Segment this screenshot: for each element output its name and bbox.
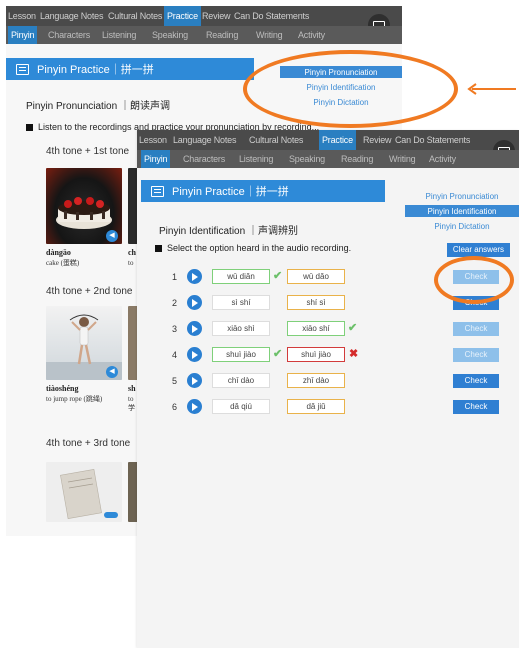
tab-cultural-notes[interactable]: Cultural Notes xyxy=(108,6,162,26)
section-heading: Pinyin Pronunciation ｜朗读声调 xyxy=(26,101,170,112)
row-number: 5 xyxy=(171,376,177,386)
tone-label: 4th tone + 3rd tone xyxy=(46,438,131,449)
tab-reading[interactable]: Reading xyxy=(206,26,238,44)
speaker-icon[interactable]: ◀ xyxy=(106,230,118,242)
play-audio-button[interactable] xyxy=(187,321,202,336)
option-a[interactable]: chī dào xyxy=(212,373,270,388)
play-audio-button[interactable] xyxy=(187,347,202,362)
instruction-text: Select the option heard in the audio rec… xyxy=(155,243,351,253)
tab-speaking[interactable]: Speaking xyxy=(289,150,325,168)
side-menu: Pinyin Pronunciation Pinyin Identificati… xyxy=(405,190,519,235)
tab-lesson[interactable]: Lesson xyxy=(8,6,36,26)
tab-activity[interactable]: Activity xyxy=(429,150,456,168)
check-button[interactable]: Check xyxy=(453,322,499,336)
tab-review[interactable]: Review xyxy=(202,6,231,26)
tab-pinyin[interactable]: Pinyin xyxy=(8,26,38,44)
paper-image xyxy=(46,462,122,522)
check-button[interactable]: Check xyxy=(453,374,499,388)
section-ribbon: Pinyin Practice｜拼一拼 xyxy=(141,180,385,202)
book-icon xyxy=(16,63,29,75)
card-word: ch xyxy=(128,248,136,257)
option-a[interactable]: shuì jiào xyxy=(212,347,270,362)
highlight-ellipse xyxy=(434,256,514,304)
speaker-icon[interactable]: ◀ xyxy=(106,366,118,378)
option-b[interactable]: shuì jiào xyxy=(287,347,345,362)
option-a[interactable]: wū diǎn xyxy=(212,269,270,284)
book-icon xyxy=(151,185,164,197)
option-b[interactable]: dǎ jiǔ xyxy=(287,399,345,414)
tab-practice[interactable]: Practice xyxy=(164,6,201,26)
card-word: sh xyxy=(128,384,136,393)
tab-listening[interactable]: Listening xyxy=(102,26,136,44)
tab-writing[interactable]: Writing xyxy=(389,150,416,168)
play-audio-button[interactable] xyxy=(187,373,202,388)
option-b[interactable]: shí sì xyxy=(287,295,345,310)
sub-nav: Pinyin Characters Listening Speaking Rea… xyxy=(6,26,402,44)
composite-screenshot: Lesson Language Notes Cultural Notes Pra… xyxy=(0,0,521,648)
pointer-arrow-icon xyxy=(467,83,516,95)
play-audio-button[interactable] xyxy=(187,269,202,284)
ribbon-title: Pinyin Practice｜拼一拼 xyxy=(37,64,154,76)
highlight-ellipse xyxy=(243,50,458,128)
option-b[interactable]: xiāo shí xyxy=(287,321,345,336)
menu-pinyin-pronunciation[interactable]: Pinyin Pronunciation xyxy=(405,190,519,202)
card-word: dàngāo xyxy=(46,248,71,257)
tab-activity[interactable]: Activity xyxy=(298,26,325,44)
tab-can-do[interactable]: Can Do Statements xyxy=(395,130,470,150)
row-number: 3 xyxy=(171,324,177,334)
correct-check-icon: ✔ xyxy=(348,322,358,334)
check-button[interactable]: Check xyxy=(453,348,499,362)
option-a[interactable]: xiāo shì xyxy=(212,321,270,336)
option-b[interactable]: zhī dào xyxy=(287,373,345,388)
card-gloss: to jump rope (跳绳) xyxy=(46,395,103,403)
tab-pinyin[interactable]: Pinyin xyxy=(141,150,171,168)
row-number: 4 xyxy=(171,350,177,360)
menu-pinyin-identification[interactable]: Pinyin Identification xyxy=(405,205,519,217)
play-audio-button[interactable] xyxy=(187,295,202,310)
clear-answers-button[interactable]: Clear answers xyxy=(447,243,510,257)
sub-nav: Pinyin Characters Listening Speaking Rea… xyxy=(137,150,519,168)
tab-language-notes[interactable]: Language Notes xyxy=(40,6,103,26)
option-b[interactable]: wū dǎo xyxy=(287,269,345,284)
tab-cultural-notes[interactable]: Cultural Notes xyxy=(249,130,303,150)
tab-can-do[interactable]: Can Do Statements xyxy=(234,6,309,26)
section-heading: Pinyin Identification ｜声调辨别 xyxy=(159,226,298,237)
tab-listening[interactable]: Listening xyxy=(239,150,273,168)
main-nav: Lesson Language Notes Cultural Notes Pra… xyxy=(137,130,519,162)
tab-review[interactable]: Review xyxy=(363,130,392,150)
option-a[interactable]: sì shí xyxy=(212,295,270,310)
front-screen: Lesson Language Notes Cultural Notes Pra… xyxy=(137,130,519,648)
row-number: 6 xyxy=(171,402,177,412)
tab-practice[interactable]: Practice xyxy=(319,130,356,150)
row-number: 1 xyxy=(171,272,177,282)
tab-reading[interactable]: Reading xyxy=(341,150,373,168)
wrong-cross-icon: ✖ xyxy=(349,348,359,360)
tab-characters[interactable]: Characters xyxy=(48,26,90,44)
tab-speaking[interactable]: Speaking xyxy=(152,26,188,44)
option-a[interactable]: dǎ qiú xyxy=(212,399,270,414)
row-number: 2 xyxy=(171,298,177,308)
tab-characters[interactable]: Characters xyxy=(183,150,225,168)
play-audio-button[interactable] xyxy=(187,399,202,414)
tone-label: 4th tone + 1st tone xyxy=(46,146,130,157)
tab-language-notes[interactable]: Language Notes xyxy=(173,130,236,150)
correct-check-icon: ✔ xyxy=(273,270,283,282)
check-button[interactable]: Check xyxy=(453,400,499,414)
tone-label: 4th tone + 2nd tone xyxy=(46,286,133,297)
menu-pinyin-dictation[interactable]: Pinyin Dictation xyxy=(405,220,519,232)
main-nav: Lesson Language Notes Cultural Notes Pra… xyxy=(6,6,402,36)
section-ribbon: Pinyin Practice｜拼一拼 xyxy=(6,58,254,80)
correct-check-icon: ✔ xyxy=(273,348,283,360)
card-gloss: cake (蛋糕) xyxy=(46,259,80,267)
tab-lesson[interactable]: Lesson xyxy=(139,130,167,150)
ribbon-title: Pinyin Practice｜拼一拼 xyxy=(172,186,289,198)
tab-writing[interactable]: Writing xyxy=(256,26,283,44)
card-gloss: to xyxy=(128,259,134,267)
card-word: tiàoshéng xyxy=(46,384,79,393)
